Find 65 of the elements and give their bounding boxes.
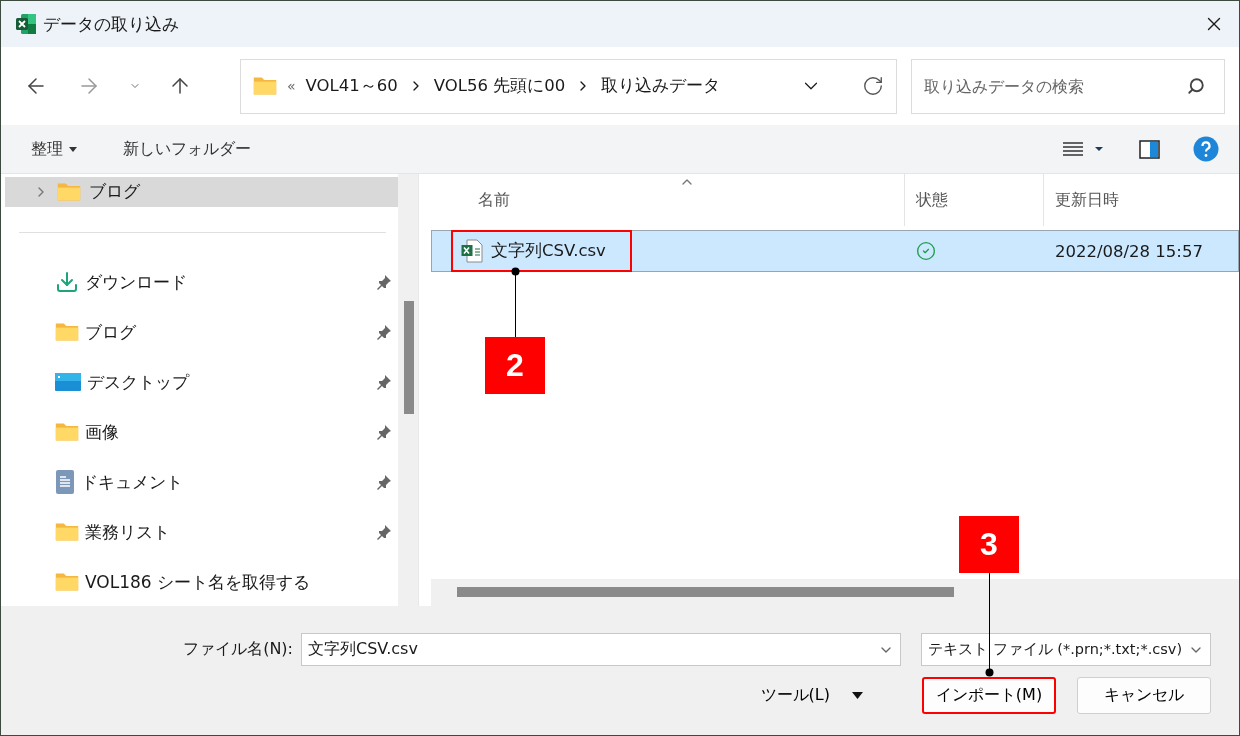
quick-access-item[interactable]: ブログ: [5, 307, 398, 357]
help-icon[interactable]: [1193, 136, 1219, 162]
quick-access-item[interactable]: 画像: [5, 407, 398, 457]
pin-icon[interactable]: [376, 274, 392, 290]
document-icon: [55, 470, 75, 494]
folder-icon: [55, 322, 79, 342]
horizontal-scrollbar[interactable]: [431, 579, 1239, 606]
pin-icon[interactable]: [376, 524, 392, 540]
folder-icon: [55, 572, 79, 592]
nav-label: ブログ: [85, 320, 137, 344]
breadcrumb[interactable]: 取り込みデータ: [601, 75, 721, 97]
tools-menu[interactable]: ツール(L): [756, 681, 867, 710]
preview-pane-icon[interactable]: [1139, 139, 1160, 159]
column-header[interactable]: 名前: [431, 174, 904, 226]
nav-label: デスクトップ: [87, 370, 191, 394]
toolbar-command[interactable]: 整理: [19, 132, 89, 166]
quick-access-item[interactable]: VOL186 シート名を取得する: [5, 557, 398, 607]
nav-label: ブログ: [89, 180, 140, 204]
folder-icon: [55, 422, 79, 442]
dialog-button[interactable]: キャンセル: [1077, 677, 1211, 714]
breadcrumb[interactable]: VOL56 先頭に00: [433, 75, 566, 97]
csv-file-icon: [461, 239, 483, 263]
window-title: データの取り込み: [43, 12, 180, 36]
folder-icon: [55, 522, 79, 542]
overflow-marker[interactable]: «: [286, 78, 296, 94]
nav-label: ドキュメント: [81, 470, 184, 494]
leader-line: [510, 267, 520, 337]
file-name-label: ファイル名(N):: [183, 639, 293, 660]
quick-access-item[interactable]: ダウンロード: [5, 257, 398, 307]
download-icon: [55, 270, 79, 294]
folder-icon: [57, 182, 81, 202]
search-icon[interactable]: [1187, 76, 1205, 95]
dialog-button[interactable]: インポート(M): [922, 677, 1056, 714]
modified-date: 2022/08/28 15:57: [1054, 241, 1204, 261]
pin-icon[interactable]: [376, 424, 392, 440]
step-number: 2: [485, 337, 545, 394]
desktop-icon: [55, 372, 81, 392]
toolbar-command[interactable]: 新しいフォルダー: [111, 132, 263, 166]
file-name-field[interactable]: 文字列CSV.csv: [301, 633, 901, 666]
pin-icon[interactable]: [376, 374, 392, 390]
refresh-icon[interactable]: [862, 75, 884, 97]
vertical-scrollbar[interactable]: [398, 174, 418, 606]
caret-icon: [852, 692, 863, 699]
folder-icon: [252, 76, 277, 96]
nav-label: ダウンロード: [85, 270, 188, 294]
file-row[interactable]: 文字列CSV.csv 2022/08/28 15:57: [431, 230, 1239, 272]
nav-label: 業務リスト: [85, 520, 171, 544]
nav-label: 画像: [85, 420, 120, 444]
quick-access-item[interactable]: 業務リスト: [5, 507, 398, 557]
address-bar[interactable]: « VOL41～60 VOL56 先頭に00 取り込みデータ: [239, 58, 897, 114]
app-icon: [15, 13, 37, 35]
column-header[interactable]: 状態: [904, 174, 1043, 226]
search-field[interactable]: 取り込みデータの検索: [911, 58, 1225, 114]
quick-access-item[interactable]: デスクトップ: [5, 357, 398, 407]
file-name: 文字列CSV.csv: [451, 230, 632, 272]
column-header[interactable]: 更新日時: [1043, 174, 1239, 226]
nav-item[interactable]: ブログ: [5, 177, 398, 207]
file-type-dropdown[interactable]: テキスト ファイル (*.prn;*.txt;*.csv): [921, 633, 1211, 666]
quick-access-item[interactable]: ドキュメント: [5, 457, 398, 507]
caret-icon: [69, 146, 77, 152]
pin-icon[interactable]: [376, 474, 392, 490]
nav-label: VOL186 シート名を取得する: [85, 570, 312, 594]
breadcrumb[interactable]: VOL41～60: [305, 75, 398, 97]
step-number: 3: [959, 516, 1019, 573]
pin-icon[interactable]: [376, 324, 392, 340]
